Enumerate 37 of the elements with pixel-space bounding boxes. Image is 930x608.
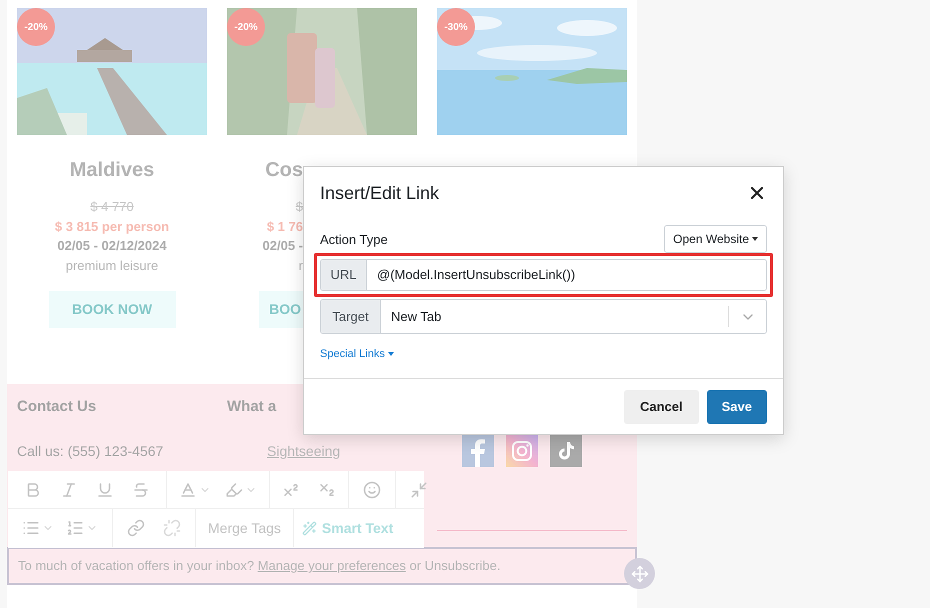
text-color-icon xyxy=(179,480,197,498)
emoji-icon[interactable] xyxy=(361,480,383,498)
package-type: premium leisure xyxy=(66,256,158,275)
footer-text: Call us: (555) 123-4567 xyxy=(17,442,164,461)
instagram-icon[interactable] xyxy=(506,435,538,467)
travel-dates: 02/05 - xyxy=(262,237,303,255)
travel-dates: 02/05 - 02/12/2024 xyxy=(57,237,167,255)
tiktok-icon[interactable] xyxy=(550,435,582,467)
sale-price: $ 3 815 per person xyxy=(54,218,170,236)
numbered-list-icon xyxy=(66,519,84,537)
magic-wand-icon xyxy=(302,520,317,536)
sale-price: $ 1 76 xyxy=(266,218,303,236)
package-type: r xyxy=(298,256,303,274)
footer-heading: Contact Us xyxy=(17,397,98,417)
destination-title: Maldives xyxy=(70,158,154,183)
unsubscribe-text: To much of vacation offers in your inbox? Manage your preferences or Unsubscribe. xyxy=(18,557,501,576)
target-value: New Tab xyxy=(390,308,442,326)
bulleted-list-icon xyxy=(22,519,40,537)
link-icon[interactable] xyxy=(125,519,147,537)
target-label: Target xyxy=(321,300,381,333)
facebook-icon[interactable] xyxy=(462,435,494,467)
unlink-icon[interactable] xyxy=(161,519,183,537)
target-select[interactable]: Target New Tab xyxy=(320,299,767,334)
footer-heading: What a xyxy=(227,397,278,417)
highlighter-icon xyxy=(225,480,243,498)
save-button[interactable]: Save xyxy=(706,390,767,424)
special-links-dropdown[interactable]: Special Links xyxy=(320,346,394,362)
move-handle[interactable] xyxy=(624,558,655,589)
action-type-dropdown[interactable]: Open Website xyxy=(664,225,767,253)
cancel-button[interactable]: Cancel xyxy=(624,390,699,424)
url-input[interactable]: @(Model.InsertUnsubscribeLink()) xyxy=(367,260,766,290)
destination-title: Cos xyxy=(265,158,303,183)
url-label: URL xyxy=(321,260,367,290)
dialog-title: Insert/Edit Link xyxy=(320,182,440,204)
field-label: Action Type xyxy=(320,230,388,249)
url-field[interactable]: URL @(Model.InsertUnsubscribeLink()) xyxy=(320,259,767,291)
old-price: $ xyxy=(296,198,303,216)
